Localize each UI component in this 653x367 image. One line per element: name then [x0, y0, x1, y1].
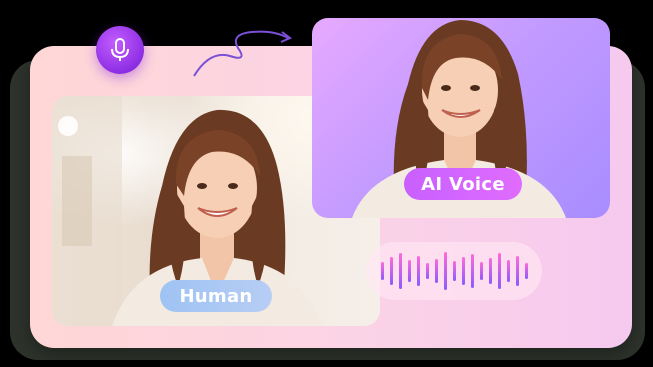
waveform-bar: [434, 259, 438, 283]
waveform-bar: [452, 261, 456, 281]
waveform-bar: [479, 262, 483, 280]
curved-arrow-icon: [193, 30, 292, 77]
voice-changer-hero: Human AI Voice: [0, 0, 653, 367]
waveform-bar: [497, 253, 501, 289]
waveform-bar: [389, 257, 393, 285]
waveform-bar: [488, 258, 492, 284]
waveform-bar: [380, 262, 384, 280]
audio-waveform-icon: [366, 242, 542, 300]
ai-voice-label-badge: AI Voice: [404, 168, 522, 200]
waveform-bar: [506, 260, 510, 282]
waveform-bar: [407, 260, 411, 282]
waveform-bar: [425, 263, 429, 279]
waveform-bar: [524, 263, 528, 279]
waveform-bar: [398, 253, 402, 289]
microphone-icon: [111, 38, 129, 61]
waveform-bar: [515, 256, 519, 286]
waveform-bar: [461, 257, 465, 285]
waveform-bar: [416, 256, 420, 286]
human-label: Human: [179, 285, 253, 307]
microphone-button[interactable]: [96, 26, 144, 74]
human-label-badge: Human: [160, 280, 272, 312]
waveform-bar: [443, 252, 447, 290]
waveform-bar: [470, 254, 474, 288]
ai-voice-label: AI Voice: [421, 173, 505, 195]
